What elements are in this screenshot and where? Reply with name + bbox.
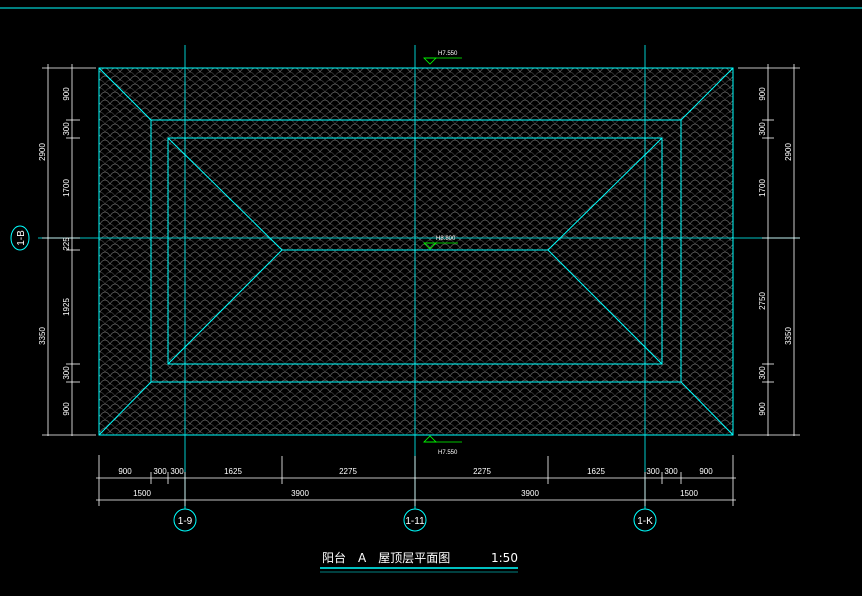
right-dim-outer-2: 3350 — [784, 327, 793, 345]
axis-label-1-k: 1-K — [637, 516, 653, 527]
right-dim-inner-1: 900 — [758, 87, 767, 101]
left-dim-inner-7: 900 — [62, 402, 71, 416]
axis-bubble-1-11: 1-11 — [403, 506, 427, 532]
left-dim-inner-2: 300 — [62, 122, 71, 136]
axis-label-left: 1-B — [16, 230, 27, 246]
bottom-dim-8: 300 — [646, 467, 660, 476]
left-dim-inner-3: 1700 — [62, 179, 71, 197]
bottom-dim-9: 300 — [664, 467, 678, 476]
axis-bubble-1-k: 1-K — [633, 506, 657, 532]
bottom-dim-total-3: 3900 — [521, 489, 539, 498]
axis-bubble-1-9: 1-9 — [173, 506, 197, 532]
right-dim-inner-5: 300 — [758, 366, 767, 380]
drawing-scale: 1:50 — [491, 551, 518, 565]
axis-bubble-left: 1-B — [10, 225, 30, 251]
left-dim-outer-2: 3350 — [38, 327, 47, 345]
drawing-title-block: 阳台 A 屋顶层平面图 1:50 — [320, 550, 518, 573]
right-dim-inner-2: 300 — [758, 122, 767, 136]
bottom-dimension-lines — [96, 455, 736, 506]
bottom-dim-5: 2275 — [339, 467, 357, 476]
left-dim-inner-1: 900 — [62, 87, 71, 101]
bottom-dim-2: 300 — [153, 467, 167, 476]
bottom-dim-7: 1625 — [587, 467, 605, 476]
left-dim-inner-6: 300 — [62, 366, 71, 380]
left-dim-inner-5: 1925 — [62, 298, 71, 316]
elevation-center-label: H8.800 — [436, 236, 456, 242]
bottom-dim-row1: 900 300 300 1625 2275 2275 1625 300 300 … — [118, 467, 713, 476]
elevation-bottom-label: H7.550 — [438, 450, 458, 456]
bottom-dim-4: 1625 — [224, 467, 242, 476]
elevation-top-label: H7.550 — [438, 51, 458, 57]
right-dim-inner-6: 900 — [758, 402, 767, 416]
right-dim-inner-4: 2750 — [758, 292, 767, 310]
right-dimension-lines — [738, 64, 800, 436]
right-dim-inner-3: 1700 — [758, 179, 767, 197]
axis-label-1-9: 1-9 — [178, 516, 193, 527]
drawing-title: 阳台 A 屋顶层平面图 — [322, 550, 450, 565]
bottom-dim-total-1: 1500 — [133, 489, 151, 498]
bottom-dim-10: 900 — [699, 467, 713, 476]
bottom-dim-3: 300 — [170, 467, 184, 476]
bottom-dim-row2: 1500 3900 3900 1500 — [133, 489, 698, 498]
axis-label-1-11: 1-11 — [405, 516, 425, 527]
bottom-dim-6: 2275 — [473, 467, 491, 476]
left-dim-outer-1: 2900 — [38, 143, 47, 161]
roof-tile-fill — [99, 68, 733, 435]
elevation-marker-top: H7.550 — [423, 51, 462, 65]
bottom-dim-1: 900 — [118, 467, 132, 476]
roof-plan-drawing: H7.550 H8.800 H7.550 2900 3350 900 300 1… — [0, 7, 862, 573]
right-dim-outer-1: 2900 — [784, 143, 793, 161]
bottom-dim-total-2: 3900 — [291, 489, 309, 498]
left-dim-inner-4: 225 — [62, 237, 71, 251]
bottom-dim-total-4: 1500 — [680, 489, 698, 498]
elevation-marker-bottom: H7.550 — [423, 435, 462, 456]
